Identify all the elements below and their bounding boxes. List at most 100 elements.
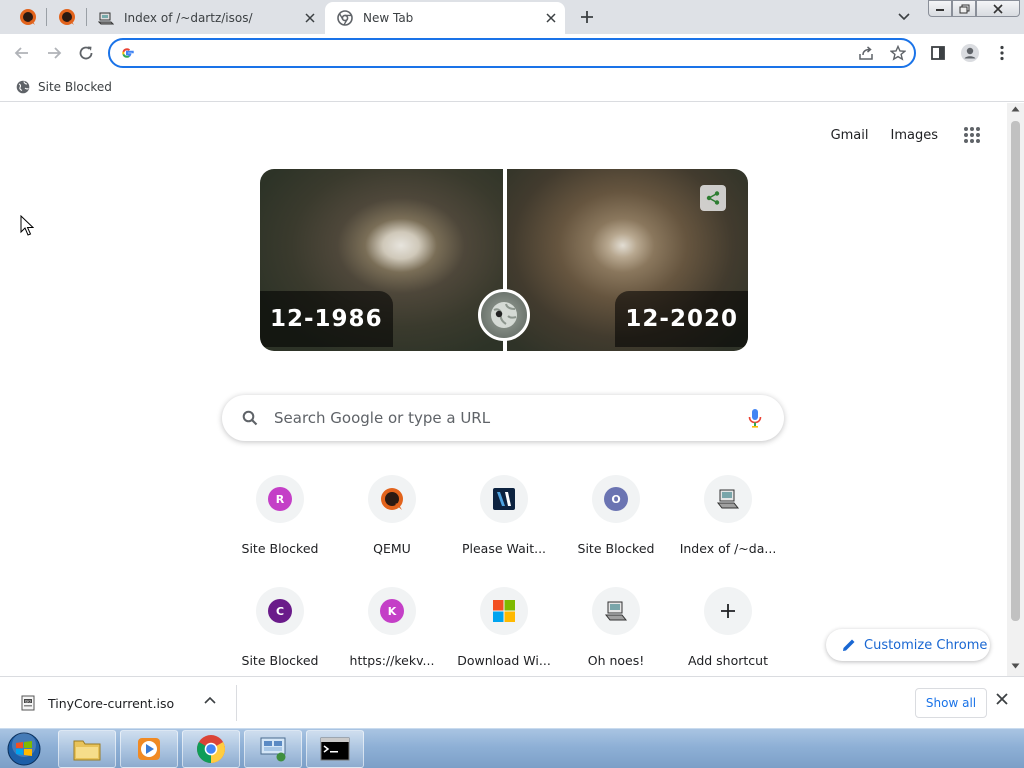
download-shelf: ISO TinyCore-current.iso Show all bbox=[0, 676, 1024, 728]
network-icon bbox=[258, 735, 288, 763]
shortcut-icon-circle: O bbox=[592, 475, 640, 523]
scroll-down-icon[interactable] bbox=[1011, 663, 1020, 669]
microphone-icon[interactable] bbox=[748, 408, 762, 428]
tab-qemu-2[interactable] bbox=[48, 3, 86, 31]
doodle-date-after: 12-2020 bbox=[615, 291, 748, 347]
shortcut-tile[interactable]: R Site Blocked bbox=[224, 469, 336, 577]
close-icon bbox=[993, 3, 1003, 14]
shortcut-title: https://kekv... bbox=[349, 653, 435, 668]
share-icon[interactable] bbox=[858, 45, 874, 61]
tab-index-isos[interactable]: Index of /~dartz/isos/ bbox=[88, 2, 324, 34]
shortcut-tile[interactable]: Oh noes! bbox=[560, 581, 672, 676]
show-all-button[interactable]: Show all bbox=[915, 688, 987, 718]
back-button[interactable] bbox=[8, 39, 36, 67]
tab-new-tab[interactable]: New Tab bbox=[325, 2, 565, 34]
shortcut-tile[interactable]: Please Wait... bbox=[448, 469, 560, 577]
doodle-share-button[interactable] bbox=[700, 185, 726, 211]
doodle-date-before: 12-1986 bbox=[260, 291, 393, 347]
toolbar bbox=[0, 34, 1024, 72]
minimize-button[interactable] bbox=[928, 0, 952, 17]
tab-search-button[interactable] bbox=[893, 7, 915, 27]
svg-text:ISO: ISO bbox=[25, 699, 31, 703]
profile-button[interactable] bbox=[956, 39, 984, 67]
bookmarks-bar: Site Blocked bbox=[0, 72, 1024, 102]
add-shortcut-tile[interactable]: Add shortcut bbox=[672, 581, 784, 676]
shortcut-title: Please Wait... bbox=[461, 541, 547, 556]
shortcut-title: Site Blocked bbox=[577, 541, 655, 556]
shortcut-icon-circle bbox=[704, 475, 752, 523]
server-icon bbox=[716, 487, 740, 511]
side-panel-button[interactable] bbox=[924, 39, 952, 67]
close-window-button[interactable] bbox=[976, 0, 1020, 17]
plus-icon bbox=[580, 10, 594, 24]
omnibox-input[interactable] bbox=[146, 43, 846, 63]
taskbar-chrome[interactable] bbox=[182, 730, 240, 768]
top-links: Gmail Images bbox=[831, 123, 984, 147]
letter-icon: C bbox=[268, 599, 292, 623]
shortcut-tile[interactable]: K https://kekv... bbox=[336, 581, 448, 676]
close-icon[interactable] bbox=[543, 10, 559, 26]
taskbar-command-prompt[interactable] bbox=[306, 730, 364, 768]
tab-title: New Tab bbox=[363, 11, 414, 25]
start-button[interactable] bbox=[4, 730, 44, 768]
shortcut-icon-circle bbox=[704, 587, 752, 635]
folder-icon bbox=[72, 736, 102, 762]
shortcut-title: Index of /~da... bbox=[679, 541, 777, 556]
shortcut-title: Oh noes! bbox=[587, 653, 645, 668]
search-icon bbox=[242, 410, 258, 426]
letter-icon: R bbox=[268, 487, 292, 511]
customize-chrome-button[interactable]: Customize Chrome bbox=[826, 629, 990, 661]
reload-button[interactable] bbox=[72, 39, 100, 67]
mouse-cursor-icon bbox=[20, 215, 34, 237]
taskbar-media-player[interactable] bbox=[120, 730, 178, 768]
vertical-scrollbar[interactable] bbox=[1007, 103, 1024, 676]
scroll-up-icon[interactable] bbox=[1011, 106, 1020, 112]
shortcut-icon-circle bbox=[480, 587, 528, 635]
forward-button[interactable] bbox=[40, 39, 68, 67]
shortcut-tile[interactable]: C Site Blocked bbox=[224, 581, 336, 676]
gmail-link[interactable]: Gmail bbox=[831, 128, 869, 143]
tab-separator bbox=[46, 8, 47, 26]
shortcut-tile[interactable]: O Site Blocked bbox=[560, 469, 672, 577]
globe-icon bbox=[489, 300, 519, 330]
google-doodle[interactable]: 12-1986 12-2020 bbox=[260, 169, 748, 351]
bookmark-site-blocked[interactable]: Site Blocked bbox=[12, 76, 116, 98]
omnibox[interactable] bbox=[108, 38, 916, 68]
minimize-icon bbox=[935, 6, 945, 12]
taskbar-explorer[interactable] bbox=[58, 730, 116, 768]
apps-grid-icon[interactable] bbox=[960, 123, 984, 147]
ntp-search-box[interactable] bbox=[222, 395, 784, 441]
shortcut-icon-circle: C bbox=[256, 587, 304, 635]
star-icon[interactable] bbox=[890, 45, 906, 61]
shortcut-title: Add shortcut bbox=[688, 653, 768, 668]
shortcut-tile[interactable]: QEMU bbox=[336, 469, 448, 577]
side-panel-icon bbox=[930, 45, 946, 61]
download-item[interactable]: ISO TinyCore-current.iso bbox=[12, 687, 236, 719]
tab-title: Index of /~dartz/isos/ bbox=[124, 11, 253, 25]
google-g-icon bbox=[120, 46, 134, 60]
close-icon[interactable] bbox=[996, 693, 1008, 705]
qemu-icon bbox=[380, 487, 404, 511]
shortcut-icon-circle: R bbox=[256, 475, 304, 523]
tab-qemu-1[interactable] bbox=[9, 3, 47, 31]
globe-icon bbox=[16, 80, 30, 94]
shortcut-icon-circle bbox=[592, 587, 640, 635]
scrollbar-thumb[interactable] bbox=[1011, 121, 1020, 621]
search-input[interactable] bbox=[274, 408, 734, 428]
menu-button[interactable] bbox=[988, 39, 1016, 67]
shortcut-tile[interactable]: Download Wi... bbox=[448, 581, 560, 676]
bookmark-label: Site Blocked bbox=[38, 80, 112, 94]
doodle-slider-handle[interactable] bbox=[478, 289, 530, 341]
shortcut-tile[interactable]: Index of /~da... bbox=[672, 469, 784, 577]
taskbar-network-app[interactable] bbox=[244, 730, 302, 768]
shortcut-title: QEMU bbox=[373, 541, 411, 556]
pencil-icon bbox=[843, 639, 855, 651]
media-player-icon bbox=[135, 735, 163, 763]
images-link[interactable]: Images bbox=[891, 128, 939, 143]
close-icon[interactable] bbox=[302, 10, 318, 26]
server-icon bbox=[604, 599, 628, 623]
taskbar bbox=[0, 728, 1024, 768]
restore-button[interactable] bbox=[952, 0, 976, 17]
new-tab-button[interactable] bbox=[574, 5, 600, 29]
chevron-up-icon[interactable] bbox=[204, 696, 216, 704]
